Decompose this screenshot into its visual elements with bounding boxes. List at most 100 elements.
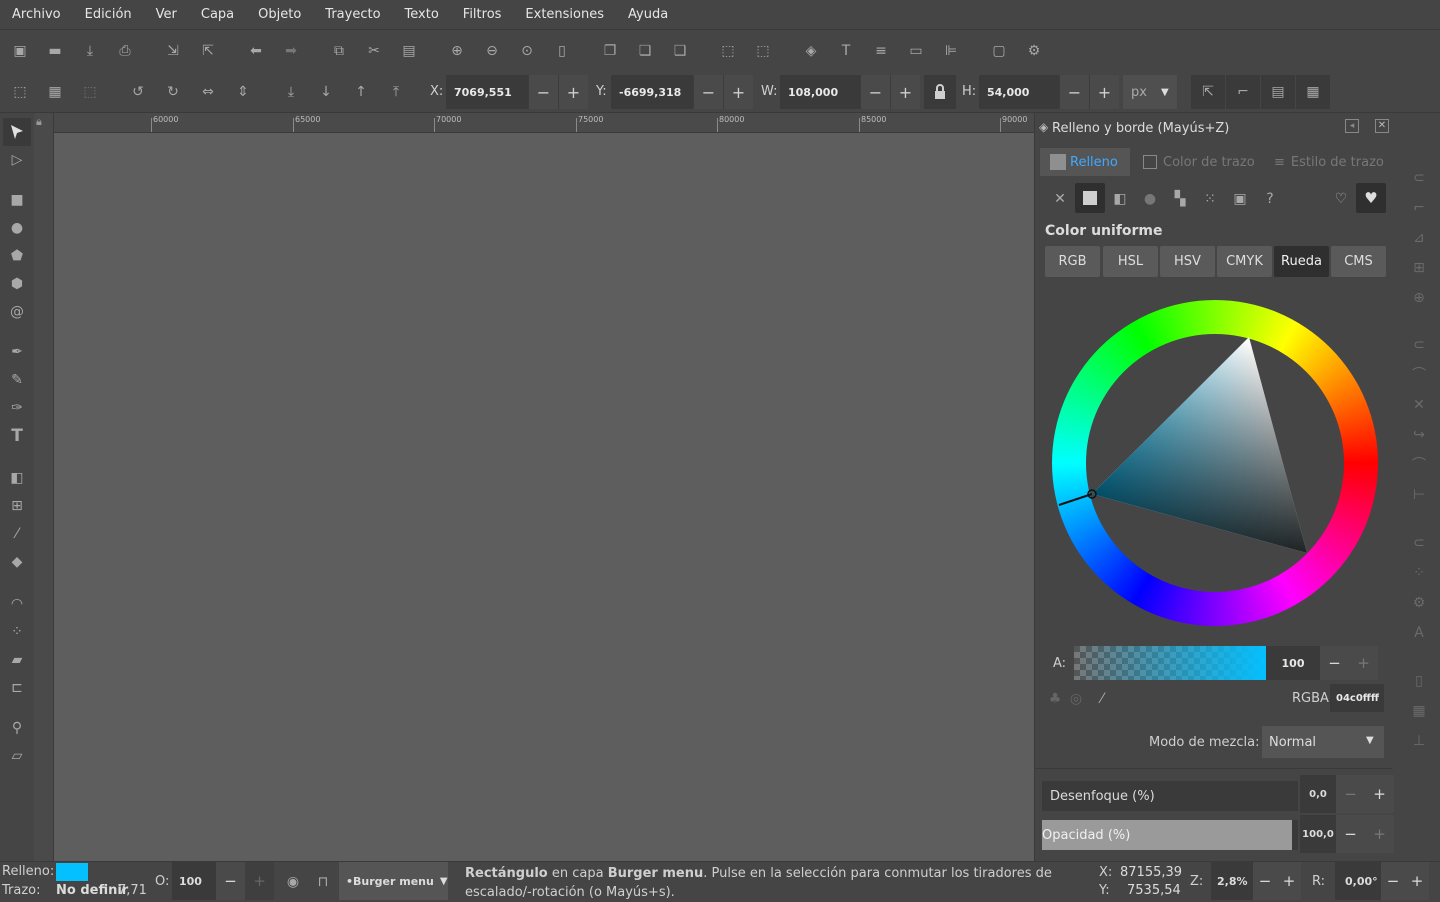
zoom-page-icon[interactable]: ⊙	[517, 41, 537, 61]
mode-hsv[interactable]: HSV	[1160, 246, 1215, 277]
color-triangle[interactable]	[1052, 300, 1378, 626]
tab-relleno[interactable]: Relleno	[1040, 148, 1130, 176]
dock-icon[interactable]: ◂	[1345, 119, 1359, 133]
zoom-drawing-icon[interactable]: ⊖	[482, 41, 502, 61]
x-decrement-button[interactable]: −	[528, 75, 558, 109]
opacity-short-decrement[interactable]: −	[216, 862, 245, 900]
snap-intersections-icon[interactable]: ✕	[1409, 395, 1429, 415]
snap-bbox-corners-icon[interactable]: ⊿	[1409, 228, 1429, 248]
blur-decrement-button[interactable]: −	[1336, 775, 1365, 813]
rotation-decrement[interactable]: −	[1381, 862, 1405, 900]
flip-vertical-icon[interactable]: ⇕	[233, 82, 253, 102]
calligraphy-tool-icon[interactable]: ✑	[7, 398, 27, 418]
deselect-icon[interactable]: ⬚	[80, 82, 100, 102]
duplicate-icon[interactable]: ⧉	[329, 41, 349, 61]
scale-corners-button[interactable]: ⌐	[1226, 75, 1260, 109]
current-layer-select[interactable]: •Burger menu ▼	[339, 862, 448, 900]
menu-edicion[interactable]: Edición	[73, 0, 144, 30]
menu-capa[interactable]: Capa	[189, 0, 246, 30]
layer-lock-icon[interactable]: ⊓	[313, 872, 333, 892]
select-original-icon[interactable]: ❑	[670, 41, 690, 61]
menu-objeto[interactable]: Objeto	[246, 0, 313, 30]
connector-tool-icon[interactable]: ⊏	[7, 678, 27, 698]
snap-smooth-icon[interactable]: ⌒	[1409, 455, 1429, 475]
rgba-input[interactable]: 04c0ffff	[1330, 684, 1384, 712]
snap-guide-icon[interactable]: ⊥	[1409, 731, 1429, 751]
spray-tool-icon[interactable]: ⁘	[7, 622, 27, 642]
zoom-width-icon[interactable]: ▯	[552, 41, 572, 61]
unset-paint-icon[interactable]: ?	[1260, 189, 1280, 209]
snap-object-center-icon[interactable]: ⁘	[1409, 563, 1429, 583]
3dbox-tool-icon[interactable]: ⬢	[7, 274, 27, 294]
select-all-layers-icon[interactable]: ▦	[45, 82, 65, 102]
snap-grid-icon[interactable]: ▦	[1409, 701, 1429, 721]
snap-bbox-edges-icon[interactable]: ⌐	[1409, 198, 1429, 218]
open-folder-icon[interactable]: ▬	[45, 41, 65, 61]
snap-bbox-icon[interactable]: ⊂	[1409, 168, 1429, 188]
flip-horizontal-icon[interactable]: ⇔	[198, 82, 218, 102]
alpha-slider[interactable]	[1074, 646, 1266, 680]
w-increment-button[interactable]: +	[890, 75, 920, 109]
zoom-increment[interactable]: +	[1277, 862, 1301, 900]
rotation-input[interactable]: 0,00°	[1335, 862, 1381, 900]
opacity-decrement-button[interactable]: −	[1336, 815, 1365, 853]
eyedropper-icon[interactable]: ⁄	[1092, 689, 1112, 709]
preferences-gear-icon[interactable]: ⚙	[1024, 41, 1044, 61]
snap-paths-icon[interactable]: ⌒	[1409, 365, 1429, 385]
snap-rotation-center-icon[interactable]: ⚙	[1409, 593, 1429, 613]
h-decrement-button[interactable]: −	[1059, 75, 1089, 109]
mesh-gradient-icon[interactable]: ⁙	[1200, 189, 1220, 209]
alpha-input[interactable]: 100	[1266, 646, 1320, 680]
rectangle-tool-icon[interactable]: ■	[7, 190, 27, 210]
alpha-increment-button[interactable]: +	[1349, 646, 1378, 680]
radial-gradient-icon[interactable]: ●	[1140, 189, 1160, 209]
raise-top-icon[interactable]: ⤒	[386, 82, 406, 102]
mode-cmyk[interactable]: CMYK	[1217, 246, 1272, 277]
clone-icon[interactable]: ❐	[600, 41, 620, 61]
tab-color-trazo[interactable]: Color de trazo	[1143, 148, 1255, 176]
zoom-decrement[interactable]: −	[1253, 862, 1277, 900]
alpha-decrement-button[interactable]: −	[1320, 646, 1349, 680]
menu-archivo[interactable]: Archivo	[0, 0, 73, 30]
y-increment-button[interactable]: +	[723, 75, 753, 109]
ungroup-icon[interactable]: ⬚	[753, 41, 773, 61]
ruler-lock-icon[interactable]: 🔒︎	[36, 115, 52, 131]
new-document-icon[interactable]: ▣	[10, 41, 30, 61]
snap-cusp-icon[interactable]: ↪	[1409, 425, 1429, 445]
fill-indicator-swatch[interactable]	[56, 863, 88, 881]
pen-tool-icon[interactable]: ✒	[7, 342, 27, 362]
lock-ratio-button[interactable]	[924, 75, 956, 109]
node-tool-icon[interactable]: ▷	[7, 150, 27, 170]
blur-increment-button[interactable]: +	[1365, 775, 1394, 813]
lower-bottom-icon[interactable]: ⤓	[281, 82, 301, 102]
tweak-tool-icon[interactable]: ◠	[7, 594, 27, 614]
rotate-ccw-icon[interactable]: ↺	[128, 82, 148, 102]
xml-editor-icon[interactable]: ▭	[906, 41, 926, 61]
document-properties-icon[interactable]: ▢	[989, 41, 1009, 61]
lower-icon[interactable]: ↓	[316, 82, 336, 102]
snap-midpoints-icon[interactable]: ⊢	[1409, 485, 1429, 505]
horizontal-ruler[interactable]: 60000 65000 70000 75000 80000 85000 9000…	[54, 113, 1034, 133]
fill-rule-nonzero-button[interactable]: ♥	[1356, 183, 1386, 213]
text-tool-icon[interactable]: T	[7, 426, 27, 446]
rotation-increment[interactable]: +	[1405, 862, 1429, 900]
layers-icon[interactable]: ≡	[871, 41, 891, 61]
import-icon[interactable]: ⇲	[163, 41, 183, 61]
unlink-clone-icon[interactable]: ❏	[635, 41, 655, 61]
x-increment-button[interactable]: +	[558, 75, 588, 109]
scale-stroke-button[interactable]: ⇱	[1191, 75, 1225, 109]
save-icon[interactable]: ⤓	[80, 41, 100, 61]
x-input[interactable]: 7069,551	[446, 75, 528, 109]
zoom-selection-icon[interactable]: ⊕	[447, 41, 467, 61]
h-input[interactable]: 54,000	[979, 75, 1059, 109]
opacity-short-increment[interactable]: +	[245, 862, 274, 900]
zoom-tool-icon[interactable]: ⚲	[7, 718, 27, 738]
mode-rgb[interactable]: RGB	[1045, 246, 1100, 277]
gradient-tool-icon[interactable]: ◧	[7, 468, 27, 488]
snap-others-icon[interactable]: ⊂	[1409, 533, 1429, 553]
menu-filtros[interactable]: Filtros	[451, 0, 514, 30]
opacity-increment-button[interactable]: +	[1365, 815, 1394, 853]
h-increment-button[interactable]: +	[1089, 75, 1119, 109]
snap-bbox-midpoints-icon[interactable]: ⊞	[1409, 258, 1429, 278]
ellipse-tool-icon[interactable]: ●	[7, 218, 27, 238]
